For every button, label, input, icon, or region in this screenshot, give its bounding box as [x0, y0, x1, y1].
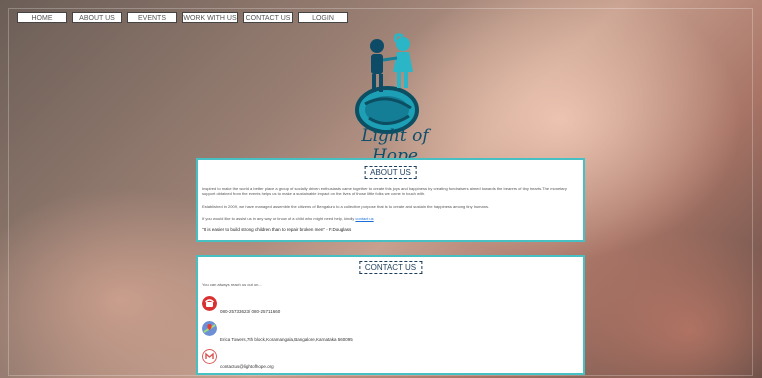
about-quote: "It is easier to build strong children t… [202, 227, 352, 232]
nav-about-us[interactable]: ABOUT US [72, 12, 122, 23]
contact-email[interactable]: contactus@lightofhope.org [220, 364, 274, 369]
about-paragraph-1: Inspired to make the world a better plac… [202, 186, 567, 196]
contact-phone: 080-25733623/ 080-25711660 [220, 309, 281, 314]
phone-icon [202, 296, 217, 311]
about-paragraph-3: If you would like to assist us in any wa… [202, 216, 579, 221]
contact-intro: You can always reach us out on... [202, 282, 262, 287]
top-nav: HOME ABOUT US EVENTS WORK WITH US CONTAC… [17, 12, 348, 23]
contact-card: CONTACT US You can always reach us out o… [196, 255, 585, 375]
contact-address: Erica Towers,7th block,Koramangala,Banga… [220, 337, 353, 342]
contact-us-link[interactable]: contact us [355, 216, 373, 221]
nav-contact-us[interactable]: CONTACT US [243, 12, 293, 23]
email-icon [202, 349, 217, 364]
nav-events[interactable]: EVENTS [127, 12, 177, 23]
about-paragraph-2: Established in 2009, we have managed ass… [202, 204, 490, 209]
nav-login[interactable]: LOGIN [298, 12, 348, 23]
about-title: ABOUT US [364, 166, 417, 179]
contact-title: CONTACT US [358, 261, 423, 274]
location-icon [202, 321, 217, 336]
about-paragraph-3-text: If you would like to assist us in any wa… [202, 216, 356, 221]
nav-work-with-us[interactable]: WORK WITH US [182, 12, 238, 23]
nav-home[interactable]: HOME [17, 12, 67, 23]
about-card: ABOUT US Inspired to make the world a be… [196, 158, 585, 242]
